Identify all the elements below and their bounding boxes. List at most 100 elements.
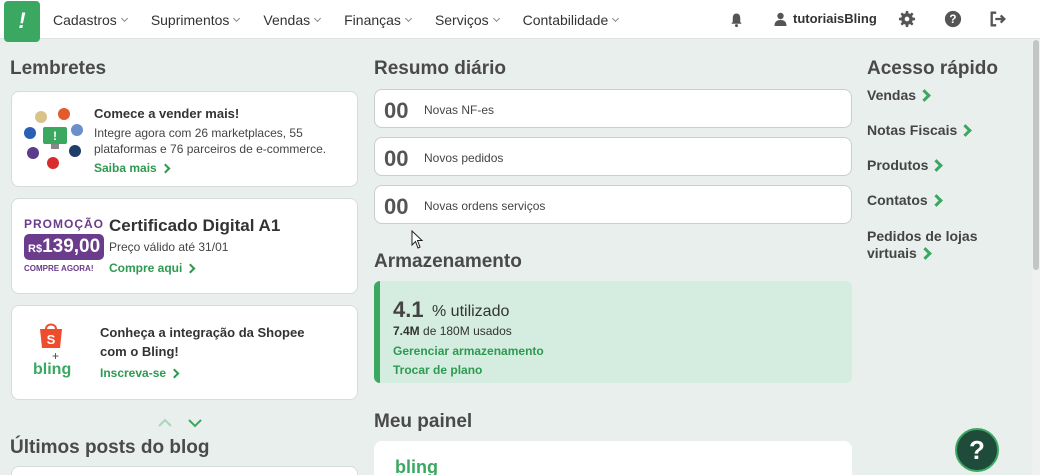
quick-link-label: Notas Fiscais	[867, 122, 958, 138]
carousel-down-icon[interactable]	[188, 419, 202, 428]
summary-title: Resumo diário	[374, 58, 506, 79]
summary-label: Novas ordens serviços	[424, 199, 546, 213]
summary-value: 00	[384, 194, 409, 219]
chevron-down-icon	[120, 14, 128, 22]
storage-percent-label: % utilizado	[432, 303, 510, 320]
quick-link-label: Pedidos de lojas	[867, 228, 978, 244]
panel-title: Meu painel	[374, 411, 473, 432]
chevron-right-icon	[959, 123, 973, 137]
chevron-right-icon	[185, 263, 196, 273]
marketplaces-title: Comece a vender mais!	[94, 106, 240, 121]
floating-help-button[interactable]: ?	[955, 428, 999, 472]
quick-link-label: Contatos	[867, 192, 928, 208]
username: tutoriaisBling	[793, 11, 877, 26]
menu-label: Contabilidade	[522, 11, 609, 28]
certificate-subtitle: Preço válido até 31/01	[109, 240, 229, 254]
marketplaces-card[interactable]: ! Comece a vender mais! Integre agora co…	[11, 91, 358, 187]
saiba-mais-link[interactable]: Saiba mais	[94, 161, 171, 175]
shopee-bag-icon: S	[40, 323, 62, 348]
promo-currency: R$	[28, 243, 43, 255]
chevron-right-icon	[160, 163, 171, 173]
menu-vendas[interactable]: Vendas	[263, 11, 322, 28]
manage-storage-link[interactable]: Gerenciar armazenamento	[393, 344, 544, 358]
compre-aqui-link[interactable]: Compre aqui	[109, 261, 196, 275]
carousel-up-icon[interactable]	[158, 418, 172, 427]
menu-label: Suprimentos	[150, 11, 230, 28]
link-label: Saiba mais	[94, 161, 157, 175]
link-label: Inscreva-se	[100, 366, 167, 380]
help-circle-icon[interactable]: ?	[944, 10, 962, 28]
promo-buy: COMPRE AGORA!	[24, 264, 94, 273]
logout-icon[interactable]	[989, 10, 1007, 28]
scrollbar-thumb[interactable]	[1033, 40, 1039, 270]
user-icon	[774, 12, 787, 26]
user-menu[interactable]: tutoriaisBling	[774, 11, 877, 26]
quick-link-label: Produtos	[867, 157, 929, 173]
svg-text:?: ?	[949, 13, 956, 26]
inscreva-se-link[interactable]: Inscreva-se	[100, 366, 180, 380]
storage-percent: 4.1	[393, 297, 424, 322]
menu-label: Finanças	[344, 11, 401, 28]
summary-pedidos[interactable]: 00 Novos pedidos	[374, 137, 852, 176]
panel-card: bling	[374, 441, 852, 475]
menu-financas[interactable]: Finanças	[344, 11, 412, 28]
blog-title: Últimos posts do blog	[10, 437, 210, 458]
blog-post-card[interactable]	[11, 466, 358, 475]
storage-used: 7.4M de 180M usados	[393, 324, 512, 338]
marketplaces-illustration-icon: !	[24, 108, 83, 169]
quick-link-produtos[interactable]: Produtos	[867, 157, 944, 173]
quick-link-notas[interactable]: Notas Fiscais	[867, 122, 973, 138]
certificate-title: Certificado Digital A1	[109, 216, 281, 235]
promo-value: 139,00	[42, 236, 101, 257]
quick-link-label: virtuais	[867, 245, 917, 261]
quick-link-vendas[interactable]: Vendas	[867, 87, 931, 103]
panel-bling-logo: bling	[395, 457, 438, 475]
shopee-title-1: Conheça a integração da Shopee	[100, 325, 305, 340]
chevron-down-icon	[233, 14, 241, 22]
chevron-right-icon	[169, 368, 180, 378]
menu-servicos[interactable]: Serviços	[435, 12, 500, 28]
storage-card: 4.1 % utilizado 7.4M de 180M usados Gere…	[374, 281, 852, 383]
bell-icon[interactable]	[729, 12, 744, 28]
bling-logo-small: bling	[33, 361, 72, 378]
menu-label: Cadastros	[53, 11, 117, 28]
storage-used-rest: de 180M usados	[423, 324, 512, 338]
shopee-title-2: com o Bling!	[100, 344, 179, 359]
chevron-down-icon	[404, 14, 412, 22]
menu-suprimentos[interactable]: Suprimentos	[150, 11, 241, 28]
summary-value: 00	[384, 146, 409, 171]
svg-text:!: !	[53, 129, 57, 143]
link-label: Compre aqui	[109, 261, 183, 275]
storage-used-value: 7.4M	[393, 324, 420, 338]
marketplaces-text-1: Integre agora com 26 marketplaces, 55	[94, 126, 303, 140]
summary-label: Novas NF-es	[424, 103, 495, 117]
storage-title: Armazenamento	[374, 251, 522, 272]
gear-icon[interactable]	[898, 10, 916, 28]
chevron-down-icon	[492, 14, 500, 22]
menu-cadastros[interactable]: Cadastros	[53, 11, 128, 28]
marketplaces-text-2: plataformas e 76 parceiros de e-commerce…	[94, 142, 327, 156]
main-menu: Cadastros Suprimentos Vendas Finanças Se…	[53, 0, 642, 39]
reminders-title: Lembretes	[10, 58, 107, 79]
summary-ordens[interactable]: 00 Novas ordens serviços	[374, 185, 852, 224]
carousel-arrows	[158, 418, 202, 428]
mouse-cursor-icon	[411, 230, 424, 249]
menu-label: Vendas	[263, 11, 311, 28]
quick-link-pedidos-label-1[interactable]: Pedidos de lojas	[867, 228, 977, 244]
certificate-promo-card[interactable]: PROMOÇÃO R$139,00 COMPRE AGORA! Certific…	[11, 198, 358, 294]
menu-contabilidade[interactable]: Contabilidade	[522, 11, 620, 28]
quick-link-contatos[interactable]: Contatos	[867, 192, 943, 208]
summary-nfes[interactable]: 00 Novas NF-es	[374, 89, 852, 128]
bling-logo[interactable]: !	[4, 1, 40, 42]
shopee-letter: S	[47, 332, 56, 347]
quick-access-title: Acesso rápido	[867, 58, 998, 79]
summary-value: 00	[384, 98, 409, 123]
chevron-down-icon	[314, 14, 322, 22]
change-plan-link[interactable]: Trocar de plano	[393, 363, 482, 377]
chevron-down-icon	[612, 14, 620, 22]
quick-link-label: Vendas	[867, 87, 917, 103]
promo-tag: PROMOÇÃO	[24, 217, 104, 231]
quick-link-pedidos[interactable]: virtuais	[867, 245, 932, 261]
summary-label: Novos pedidos	[424, 151, 504, 165]
shopee-card[interactable]: S + bling Conheça a integração da Shopee…	[11, 305, 358, 400]
